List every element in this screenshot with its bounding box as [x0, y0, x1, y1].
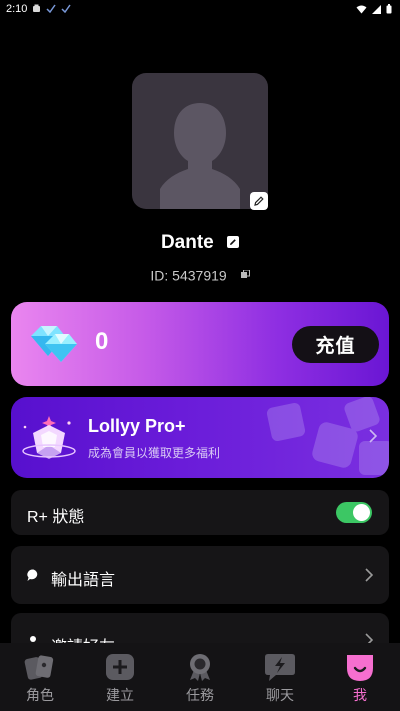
signal-icon	[372, 4, 381, 14]
bottom-navigation: 角色 建立 任務 聊天 我	[0, 643, 400, 711]
default-avatar-icon	[160, 103, 240, 209]
check-icon	[61, 4, 72, 15]
status-bar: 2:10	[0, 0, 400, 18]
edit-name-icon[interactable]	[227, 236, 240, 248]
diamond-icon	[27, 322, 79, 369]
add-icon	[105, 652, 135, 682]
chevron-right-icon	[364, 568, 374, 587]
diamond-count: 0	[95, 328, 109, 355]
user-name: Dante	[160, 232, 214, 253]
nav-item-chat[interactable]: 聊天	[240, 643, 320, 711]
crystal-icon	[19, 413, 79, 470]
toggle-knob	[353, 504, 370, 521]
language-icon	[26, 568, 41, 588]
chevron-right-icon	[368, 429, 378, 448]
nav-item-me[interactable]: 我	[320, 643, 400, 711]
pro-subtitle: 成為會員以獲取更多福利	[88, 446, 221, 460]
nav-label: 建立	[106, 687, 134, 703]
pro-membership-banner[interactable]: Lollyy Pro+ 成為會員以獲取更多福利	[11, 397, 389, 478]
status-time: 2:10	[6, 3, 28, 15]
chat-bolt-icon	[264, 652, 296, 682]
rplus-status-row: R+ 狀態	[11, 490, 389, 535]
avatar[interactable]	[132, 73, 268, 209]
nav-label: 角色	[26, 687, 54, 703]
check-icon	[46, 4, 57, 15]
nav-item-create[interactable]: 建立	[80, 643, 160, 711]
nav-label: 我	[353, 687, 367, 703]
topup-button[interactable]: 充值	[292, 326, 379, 363]
nav-item-characters[interactable]: 角色	[0, 643, 80, 711]
status-right	[356, 4, 392, 14]
user-id: ID: 5437919	[150, 267, 227, 284]
user-id-row: ID: 5437919	[0, 266, 400, 283]
cards-icon	[23, 652, 57, 682]
profile-icon	[344, 652, 376, 682]
pro-title: Lollyy Pro+	[88, 416, 186, 436]
output-language-row[interactable]: 輸出語言	[11, 546, 389, 604]
decorative-pattern	[266, 397, 389, 475]
notification-icon	[32, 4, 41, 15]
status-left: 2:10	[6, 3, 72, 15]
badge-icon	[185, 652, 215, 682]
user-name-row: Dante	[0, 232, 400, 254]
nav-label: 聊天	[266, 687, 294, 703]
wifi-icon	[356, 5, 367, 14]
nav-label: 任務	[186, 687, 214, 703]
battery-icon	[386, 4, 392, 14]
output-language-label: 輸出語言	[51, 572, 116, 589]
rplus-toggle[interactable]	[336, 502, 372, 523]
copy-icon[interactable]	[240, 266, 250, 282]
rplus-label: R+ 狀態	[27, 509, 85, 526]
diamond-balance-card: 0 充值	[11, 302, 389, 386]
nav-item-tasks[interactable]: 任務	[160, 643, 240, 711]
avatar-edit-icon[interactable]	[250, 192, 268, 210]
